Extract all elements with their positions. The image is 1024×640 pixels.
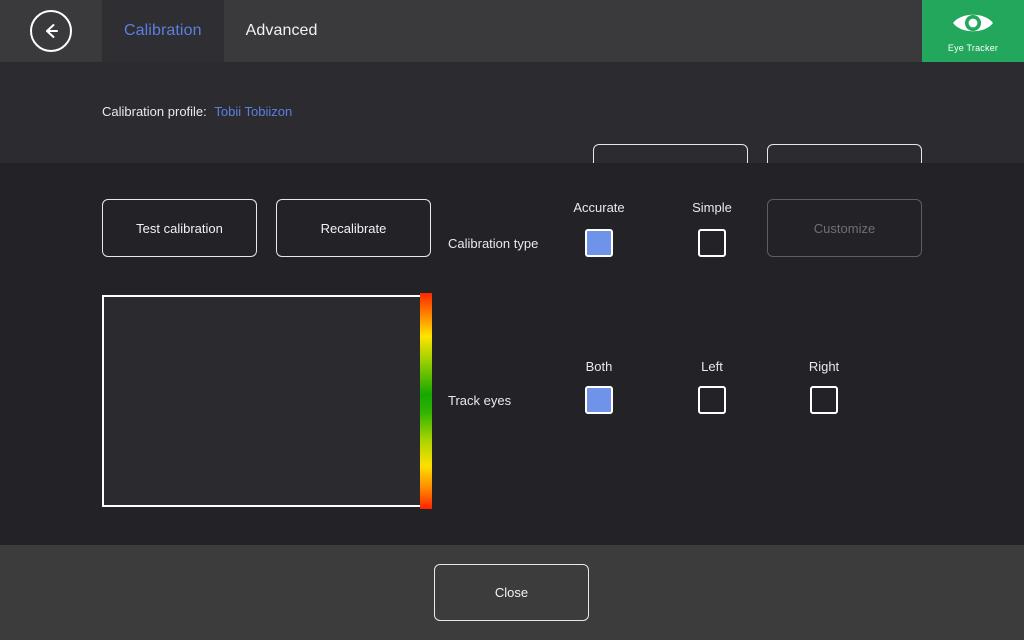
customize-button[interactable]: Customize (767, 199, 922, 257)
eye-icon (951, 10, 995, 41)
test-calibration-button[interactable]: Test calibration (102, 199, 257, 257)
tab-calibration[interactable]: Calibration (102, 0, 224, 62)
track-eyes-option-both-label: Both (585, 359, 613, 374)
eye-tracker-badge-label: Eye Tracker (947, 42, 999, 53)
track-eyes-option-left-label: Left (701, 359, 723, 374)
tab-advanced[interactable]: Advanced (224, 0, 340, 62)
back-button[interactable] (0, 0, 102, 62)
track-eyes-label: Track eyes (448, 393, 512, 408)
test-calibration-label: Test calibration (136, 220, 223, 236)
recalibrate-button[interactable]: Recalibrate (276, 199, 431, 257)
calibration-profile-name[interactable]: Tobii Tobiizon (214, 104, 292, 119)
track-eyes-option-right-checkbox[interactable] (810, 386, 838, 414)
track-eyes-option-left-checkbox[interactable] (698, 386, 726, 414)
calibration-profile-label: Calibration profile: (102, 104, 207, 119)
tab-bar: Calibration Advanced (102, 0, 340, 62)
calibration-type-label: Calibration type (448, 236, 539, 251)
tab-calibration-label: Calibration (124, 22, 202, 39)
close-label: Close (494, 585, 529, 600)
calibration-type-option-accurate-label: Accurate (573, 200, 625, 215)
eye-tracker-settings-screen: Calibration Advanced Eye Tracker Calibra… (0, 0, 1024, 640)
close-button[interactable]: Close (434, 564, 589, 621)
track-eyes-option-right-label: Right (808, 359, 840, 374)
tab-advanced-label: Advanced (245, 22, 318, 39)
eye-tracker-badge[interactable]: Eye Tracker (922, 0, 1024, 62)
recalibrate-label: Recalibrate (320, 220, 387, 236)
top-bar: Calibration Advanced Eye Tracker (0, 0, 1024, 62)
calibration-type-option-accurate-checkbox[interactable] (585, 229, 613, 257)
profile-band: Calibration profile: Tobii Tobiizon Crea… (0, 62, 1024, 204)
calibration-type-option-simple-checkbox[interactable] (698, 229, 726, 257)
calibration-profile-row: Calibration profile: Tobii Tobiizon (102, 104, 292, 119)
customize-label: Customize (813, 220, 876, 236)
gaze-quality-gradient-bar (420, 293, 432, 509)
calibration-type-option-simple-label: Simple (692, 200, 732, 215)
gaze-preview-panel (102, 295, 431, 507)
arrow-left-circle-icon (30, 10, 72, 52)
track-eyes-option-both-checkbox[interactable] (585, 386, 613, 414)
